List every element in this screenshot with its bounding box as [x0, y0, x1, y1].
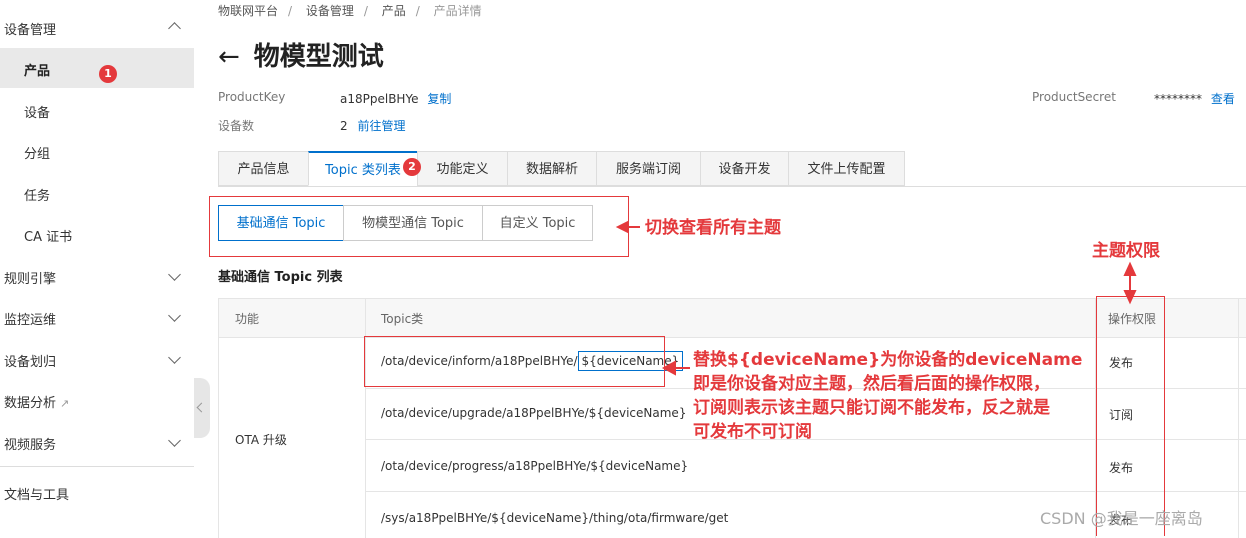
arrow-head: [1123, 290, 1137, 305]
annotation-arrows: [615, 220, 1137, 376]
arrow-head: [661, 360, 676, 376]
arrow-head: [1123, 261, 1137, 276]
arrow-head: [615, 220, 629, 234]
watermark: CSDN @我是一座离岛: [1040, 509, 1203, 528]
